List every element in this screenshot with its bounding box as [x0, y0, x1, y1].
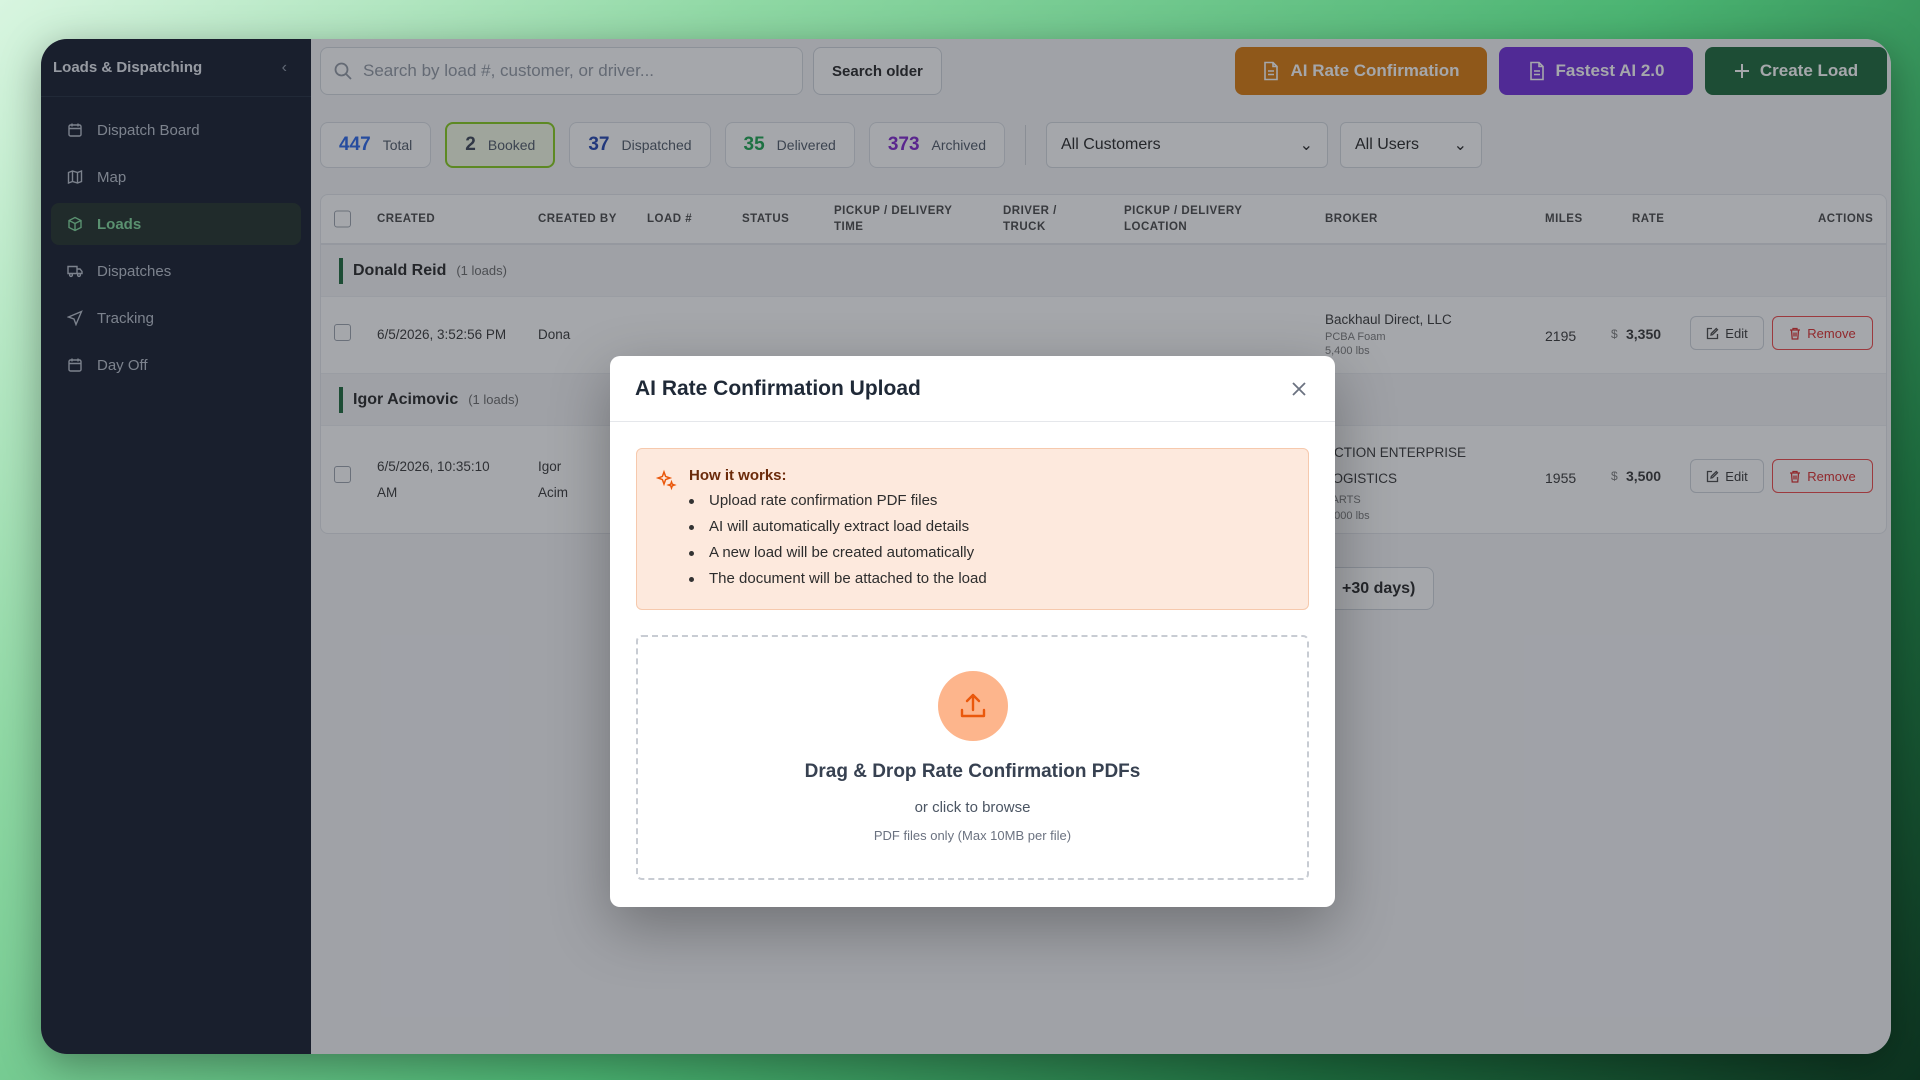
dropzone-title: Drag & Drop Rate Confirmation PDFs	[804, 761, 1141, 782]
dropzone-hint: PDF files only (Max 10MB per file)	[873, 828, 1072, 843]
app-window: Loads & Dispatching ‹ Dispatch Board Map…	[41, 39, 1891, 1054]
upload-icon	[937, 671, 1008, 741]
sparkles-icon	[655, 469, 677, 491]
list-item: AI will automatically extract load detai…	[689, 518, 1288, 544]
how-it-works-list: Upload rate confirmation PDF files AI wi…	[689, 492, 1288, 596]
modal-title: AI Rate Confirmation Upload	[635, 376, 921, 400]
list-item: Upload rate confirmation PDF files	[689, 492, 1288, 518]
how-it-works-title: How it works:	[689, 467, 787, 484]
pdf-dropzone[interactable]: Drag & Drop Rate Confirmation PDFs or cl…	[636, 635, 1309, 880]
list-item: A new load will be created automatically	[689, 544, 1288, 570]
list-item: The document will be attached to the loa…	[689, 570, 1288, 596]
close-icon[interactable]	[1288, 378, 1310, 400]
browse-link[interactable]: or click to browse	[915, 799, 1031, 816]
modal-header: AI Rate Confirmation Upload	[610, 356, 1335, 422]
how-it-works-panel: How it works: Upload rate confirmation P…	[636, 448, 1309, 610]
ai-rate-confirmation-modal: AI Rate Confirmation Upload How it works…	[610, 356, 1335, 907]
